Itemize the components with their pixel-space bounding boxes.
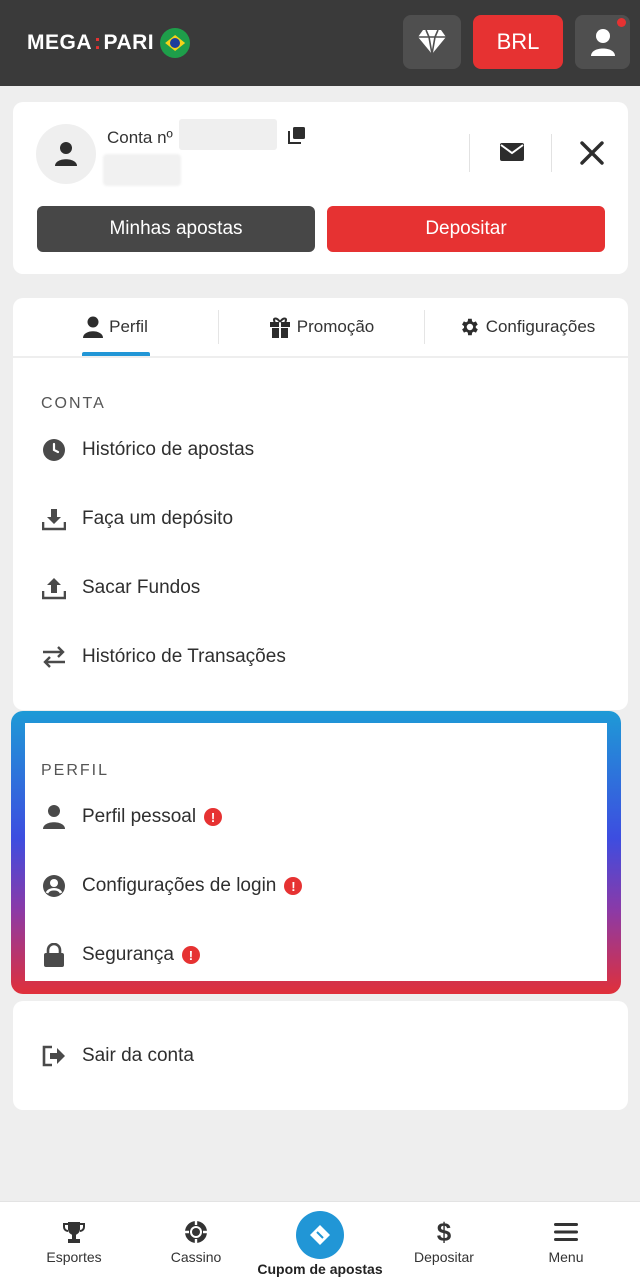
alert-icon: ! [204, 808, 223, 826]
active-tab-indicator [82, 352, 150, 356]
alert-icon: ! [181, 946, 200, 964]
mail-icon[interactable] [500, 143, 524, 166]
section-title: PERFIL [41, 762, 110, 779]
logo-text-right: PARI [103, 31, 155, 54]
menu-item-label: Sacar Fundos [82, 577, 201, 598]
close-icon[interactable] [580, 141, 604, 170]
dollar-icon: $ [436, 1216, 452, 1247]
account-number-label: Conta nº [107, 128, 173, 147]
trophy-icon [62, 1219, 86, 1245]
menu-item-label: Segurança [82, 944, 174, 965]
top-bar: MEGA: PARI BRL [0, 0, 640, 86]
menu-item-transaction-history[interactable]: Histórico de Transações [41, 644, 286, 670]
account-card: Conta nº Minhas apostas Depositar [13, 102, 628, 274]
nav-label: Esportes [46, 1249, 102, 1265]
hamburger-icon [554, 1219, 578, 1245]
swap-icon [41, 644, 67, 670]
profile-tabs: Perfil Promoção Configurações [13, 298, 628, 356]
logo-text-left: MEGA [27, 31, 92, 54]
person-icon [41, 804, 67, 830]
nav-label: Cupom de apostas [257, 1261, 383, 1277]
menu-item-security[interactable]: Segurança ! [41, 942, 200, 968]
upload-icon [41, 575, 67, 601]
currency-button[interactable]: BRL [473, 15, 563, 69]
nav-cassino[interactable]: Cassino [132, 1202, 260, 1280]
menu-item-label: Configurações de login [82, 875, 277, 896]
menu-item-withdraw[interactable]: Sacar Fundos [41, 575, 200, 601]
user-icon [83, 316, 104, 338]
tab-promocao[interactable]: Promoção [219, 298, 424, 356]
profile-button[interactable] [575, 15, 630, 69]
tab-label: Promoção [296, 317, 375, 336]
menu-item-label: Sair da conta [82, 1045, 194, 1066]
tab-label: Perfil [109, 317, 148, 336]
balance-redacted [103, 154, 181, 186]
download-icon [41, 506, 67, 532]
section-title: CONTA [41, 395, 106, 412]
alert-icon: ! [284, 877, 303, 895]
nav-label: Menu [548, 1249, 584, 1265]
nav-label: Cassino [170, 1249, 222, 1265]
tab-perfil[interactable]: Perfil [13, 298, 218, 356]
gear-icon [461, 318, 478, 336]
menu-item-label: Faça um depósito [82, 508, 234, 529]
nav-depositar[interactable]: $ Depositar [380, 1202, 508, 1280]
menu-item-label: Histórico de Transações [82, 646, 286, 667]
nav-bet-slip[interactable]: Cupom de apostas [256, 1202, 384, 1280]
profile-section: PERFIL Perfil pessoal ! Configurações de… [25, 723, 607, 981]
brazil-flag-icon [160, 28, 191, 58]
user-icon [590, 29, 615, 56]
nav-label: Depositar [414, 1249, 474, 1265]
gift-icon [269, 317, 290, 338]
account-section: CONTA Histórico de apostas Faça um depós… [13, 358, 628, 710]
chip-icon [184, 1219, 208, 1245]
vip-button[interactable] [403, 15, 461, 69]
clock-icon [41, 437, 67, 463]
nav-menu[interactable]: Menu [502, 1202, 630, 1280]
menu-item-bet-history[interactable]: Histórico de apostas [41, 437, 254, 463]
menu-item-personal-profile[interactable]: Perfil pessoal ! [41, 804, 223, 830]
menu-item-label: Histórico de apostas [82, 439, 255, 460]
account-number-redacted [179, 119, 277, 150]
nav-esportes[interactable]: Esportes [10, 1202, 138, 1280]
ticket-icon [296, 1211, 344, 1259]
diamond-icon [418, 29, 446, 55]
my-bets-button[interactable]: Minhas apostas [37, 206, 315, 252]
notification-dot [617, 18, 626, 27]
menu-item-label: Perfil pessoal [82, 806, 197, 827]
avatar [36, 124, 96, 184]
deposit-button[interactable]: Depositar [327, 206, 605, 252]
logout-icon [41, 1043, 67, 1069]
lock-icon [41, 942, 67, 968]
logo[interactable]: MEGA: PARI [27, 28, 191, 58]
menu-item-login-settings[interactable]: Configurações de login ! [41, 873, 303, 899]
tab-configuracoes[interactable]: Configurações [425, 298, 628, 356]
divider [551, 134, 552, 172]
menu-item-make-deposit[interactable]: Faça um depósito [41, 506, 233, 532]
bottom-navigation: Esportes Cassino Cupom de apostas $ Depo… [0, 1201, 640, 1280]
profile-section-highlight: PERFIL Perfil pessoal ! Configurações de… [11, 711, 621, 994]
logout-button[interactable]: Sair da conta [41, 1043, 194, 1069]
account-circle-icon [41, 873, 67, 899]
divider [469, 134, 470, 172]
logout-section: Sair da conta [13, 1001, 628, 1110]
logo-separator: : [94, 31, 102, 54]
avatar-icon [55, 142, 77, 166]
copy-icon[interactable] [288, 126, 306, 149]
tab-label: Configurações [485, 317, 596, 336]
